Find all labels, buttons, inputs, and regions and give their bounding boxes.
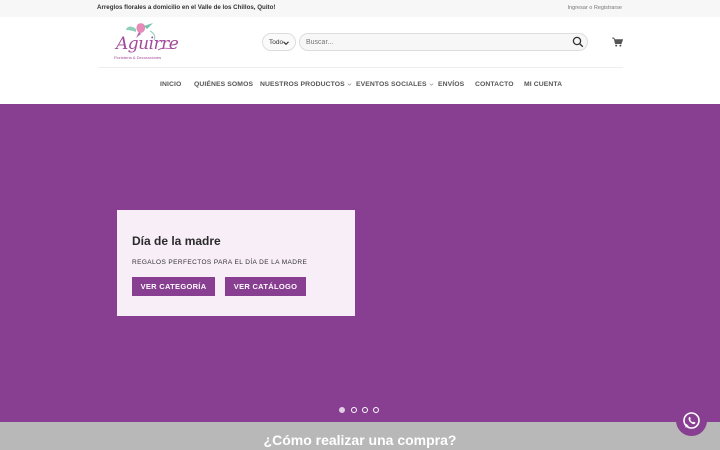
nav-item-quienes-somos[interactable]: QUIÉNES SOMOS [194, 81, 253, 88]
nav-item-label: MI CUENTA [524, 81, 563, 88]
nav-item-label: QUIÉNES SOMOS [194, 81, 254, 88]
logo-wordmark: Aguirre [116, 34, 179, 54]
category-select[interactable]: Todo [262, 33, 296, 51]
hero-card: Día de la madre REGALOS PERFECTOS PARA E… [117, 210, 355, 316]
hero-subtitle: REGALOS PERFECTOS PARA EL DÍA DE LA MADR… [132, 259, 308, 266]
whatsapp-icon [683, 412, 700, 429]
view-category-button[interactable]: VER CATEGORÍA [132, 277, 215, 296]
nav-item-label: CONTACTO [475, 81, 514, 88]
nav-item-inicio[interactable]: INICIO [160, 81, 181, 88]
search-bar: Todo [262, 33, 588, 51]
nav-item-contacto[interactable]: CONTACTO [475, 81, 514, 88]
site-header: Aguirre Floristería & Decoraciones Todo [0, 17, 720, 67]
chevron-down-icon [283, 41, 289, 46]
hero-slider: Día de la madre REGALOS PERFECTOS PARA E… [0, 104, 720, 422]
nav-item-eventos-sociales[interactable]: EVENTOS SOCIALES [356, 81, 434, 88]
logo-tagline: Floristería & Decoraciones [114, 55, 162, 60]
how-to-buy-title: ¿Cómo realizar una compra? [263, 432, 457, 448]
main-nav: INICIO QUIÉNES SOMOS NUESTROS PRODUCTOS … [0, 68, 720, 104]
top-bar: Arreglos florales a domicilio en el Vall… [0, 0, 720, 17]
nav-item-label: EVENTOS SOCIALES [356, 81, 427, 88]
shopping-cart-icon[interactable] [612, 37, 623, 47]
search-input[interactable] [299, 33, 588, 51]
login-register-link[interactable]: Ingresar o Registrarse [568, 5, 622, 11]
slider-dot[interactable] [373, 407, 379, 413]
search-icon[interactable] [572, 36, 584, 48]
how-to-buy-section: ¿Cómo realizar una compra? [0, 422, 720, 450]
chevron-down-icon [347, 83, 352, 86]
chevron-down-icon [429, 83, 434, 86]
nav-item-nuestros-productos[interactable]: NUESTROS PRODUCTOS [260, 81, 352, 88]
promo-text: Arreglos florales a domicilio en el Vall… [97, 4, 276, 11]
nav-item-label: ENVÍOS [438, 81, 465, 88]
nav-item-label: NUESTROS PRODUCTOS [260, 81, 345, 88]
nav-item-label: INICIO [160, 81, 182, 88]
category-select-value: Todo [269, 38, 284, 46]
slider-dot[interactable] [339, 407, 345, 413]
site-logo[interactable]: Aguirre Floristería & Decoraciones [98, 20, 180, 64]
whatsapp-chat-button[interactable] [676, 405, 707, 436]
nav-item-envios[interactable]: ENVÍOS [438, 81, 464, 88]
nav-item-mi-cuenta[interactable]: MI CUENTA [524, 81, 562, 88]
hero-title: Día de la madre [132, 234, 221, 248]
view-catalog-button[interactable]: VER CATÁLOGO [225, 277, 306, 296]
slider-dot[interactable] [351, 407, 357, 413]
slider-dot[interactable] [362, 407, 368, 413]
